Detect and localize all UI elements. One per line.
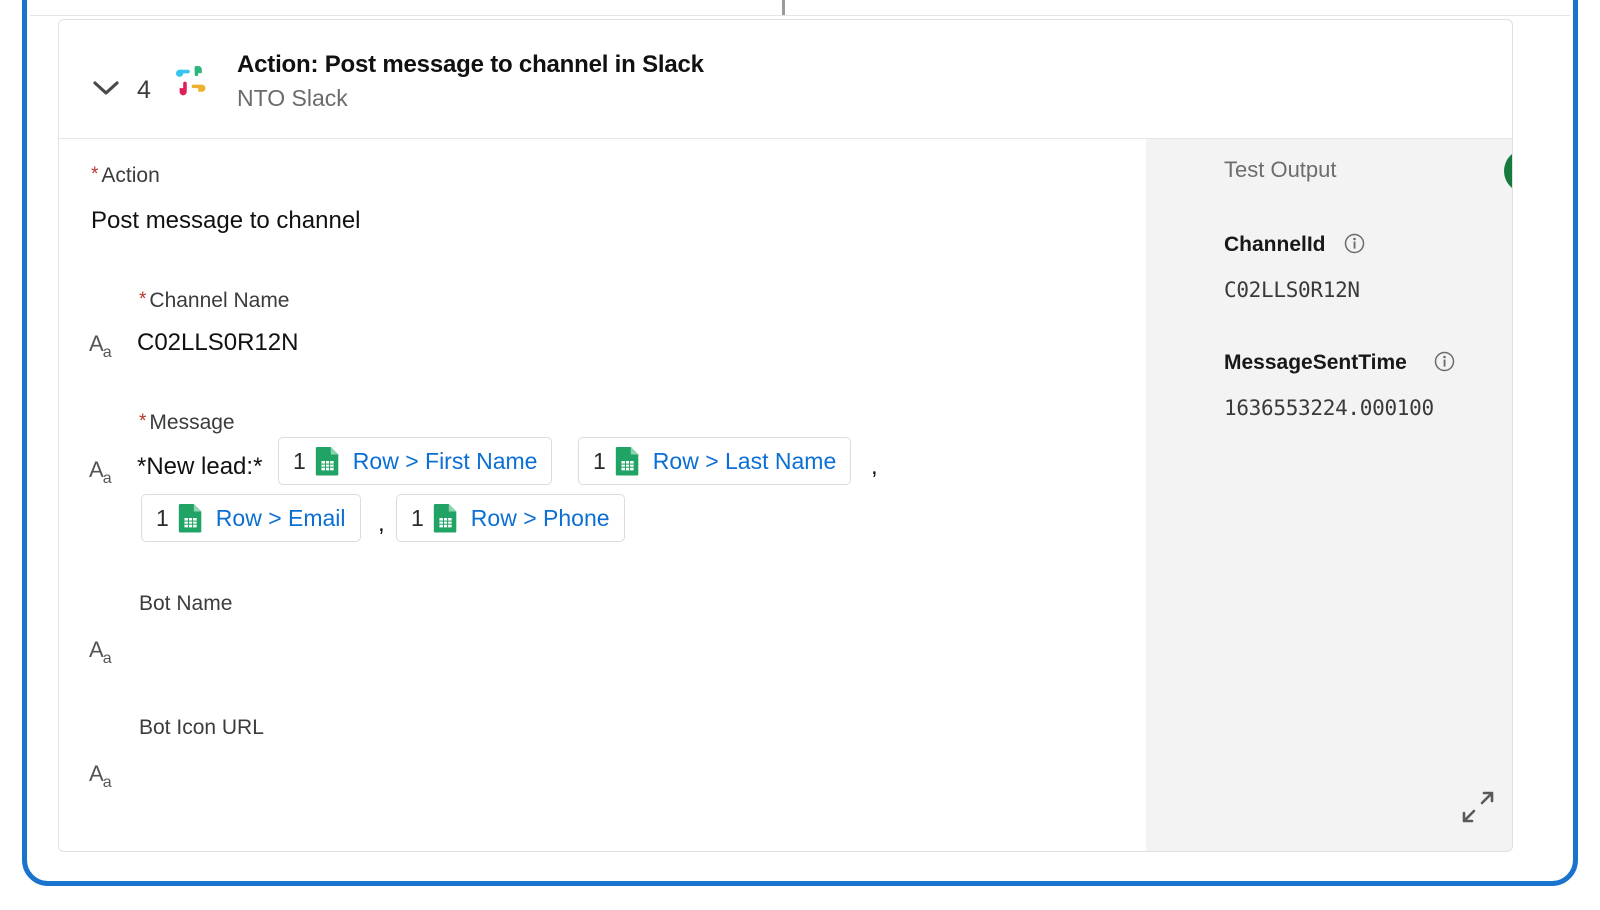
- output-value-channelid: C02LLS0R12N: [1224, 278, 1360, 302]
- token-pill-email[interactable]: 1 Row > Email: [141, 494, 361, 542]
- text-type-icon: Aa: [89, 637, 112, 667]
- info-icon[interactable]: [1344, 233, 1365, 254]
- message-prefix-text[interactable]: *New lead:*: [137, 453, 262, 481]
- google-sheets-icon: [615, 446, 641, 476]
- required-marker: *: [139, 289, 147, 310]
- token-index: 1: [411, 504, 424, 531]
- test-output-title: Test Output: [1224, 157, 1337, 182]
- output-value-messagesenttime: 1636553224.000100: [1224, 396, 1434, 420]
- token-reference: Row > Phone: [470, 504, 610, 531]
- test-output-pane: Test Output ChannelId C02LLS0R12N Messag…: [1146, 139, 1512, 851]
- token-reference: Row > Last Name: [652, 447, 837, 474]
- google-sheets-icon: [178, 503, 204, 533]
- token-reference: Row > First Name: [352, 447, 538, 474]
- bot-name-label: Bot Name: [139, 592, 233, 615]
- token-index: 1: [156, 504, 169, 531]
- text-type-icon: Aa: [89, 761, 112, 791]
- token-separator: ,: [871, 453, 878, 480]
- output-key-channelid: ChannelId: [1224, 233, 1326, 256]
- token-pill-first-name[interactable]: 1 Row > First Name: [278, 437, 553, 485]
- channel-name-label: * Channel Name: [139, 289, 290, 312]
- output-key-messagesenttime: MessageSentTime: [1224, 351, 1407, 374]
- slack-icon: [169, 59, 213, 103]
- required-marker: *: [139, 411, 147, 432]
- token-pill-last-name[interactable]: 1 Row > Last Name: [578, 437, 852, 485]
- token-reference: Row > Email: [215, 504, 346, 531]
- flow-divider: [30, 15, 1570, 16]
- token-index: 1: [593, 447, 606, 474]
- action-field-label: * Action: [91, 164, 160, 187]
- action-form-pane: * Action Post message to channel * Channel…: [59, 139, 1146, 851]
- step-title: Action: Post message to channel in Slack: [237, 51, 704, 78]
- automation-step-page: 4 Action: Post message to channel in Sla…: [0, 0, 1600, 910]
- action-field-value[interactable]: Post message to channel: [91, 207, 361, 235]
- token-pill-phone[interactable]: 1 Row > Phone: [396, 494, 625, 542]
- step-body: * Action Post message to channel * Channel…: [59, 139, 1512, 851]
- text-type-icon: Aa: [89, 457, 112, 487]
- bot-icon-url-label: Bot Icon URL: [139, 716, 264, 739]
- expand-arrows-icon[interactable]: [1462, 791, 1494, 823]
- chevron-down-icon[interactable]: [91, 78, 121, 98]
- message-label: * Message: [139, 411, 235, 434]
- token-separator: ,: [378, 510, 385, 537]
- text-type-icon: Aa: [89, 331, 112, 361]
- step-header[interactable]: 4 Action: Post message to channel in Sla…: [59, 20, 1512, 139]
- required-marker: *: [91, 164, 99, 185]
- step-number: 4: [137, 76, 151, 104]
- google-sheets-icon: [433, 503, 459, 533]
- flow-connector-line: [782, 0, 785, 16]
- info-icon[interactable]: [1434, 351, 1455, 372]
- google-sheets-icon: [315, 446, 341, 476]
- action-step-card: 4 Action: Post message to channel in Sla…: [58, 19, 1513, 852]
- status-badge: [1504, 149, 1512, 193]
- token-index: 1: [293, 447, 306, 474]
- step-subtitle: NTO Slack: [237, 85, 348, 111]
- channel-name-value[interactable]: C02LLS0R12N: [137, 329, 298, 357]
